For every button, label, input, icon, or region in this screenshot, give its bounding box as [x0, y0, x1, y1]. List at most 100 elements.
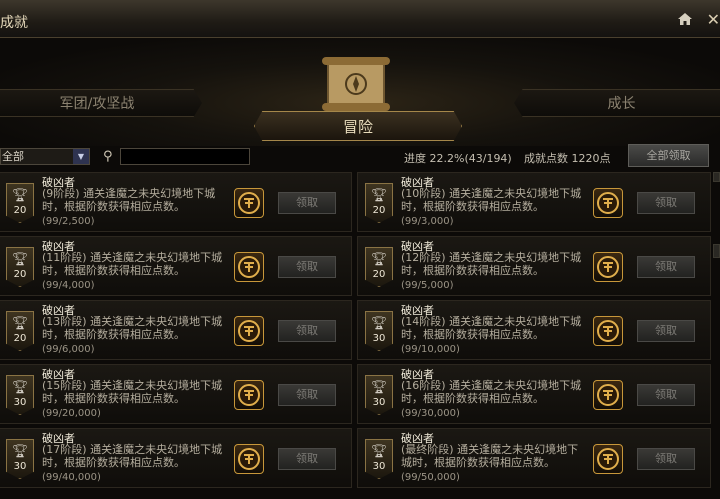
- achievement-level: 30: [372, 461, 386, 472]
- claim-button[interactable]: 领取: [278, 256, 336, 278]
- tab-adventure[interactable]: 冒险: [254, 111, 462, 141]
- claim-button[interactable]: 领取: [278, 192, 336, 214]
- achievement-card: 🏆︎ 30 破凶者 (17阶段) 通关逢魔之未央幻境地下城时，根据阶数获得相应点数…: [0, 428, 352, 488]
- achievement-list: 🏆︎ 20 破凶者 (9阶段) 通关逢魔之未央幻境地下城时，根据阶数获得相应点数。…: [0, 172, 720, 499]
- achievement-desc: (11阶段) 通关逢魔之未央幻境地下城时，根据阶数获得相应点数。: [42, 251, 223, 277]
- progress-text: 进度 22.2%(43/194): [404, 150, 512, 166]
- achievement-desc: (17阶段) 通关逢魔之未央幻境地下城时，根据阶数获得相应点数。: [42, 443, 223, 469]
- achievement-card: 🏆︎ 30 破凶者 (15阶段) 通关逢魔之未央幻境地下城时，根据阶数获得相应点数…: [0, 364, 352, 424]
- medal-icon: [593, 444, 623, 474]
- achievement-card: 🏆︎ 30 破凶者 (14阶段) 通关逢魔之未央幻境地下城时，根据阶数获得相应点数…: [357, 300, 711, 360]
- trophy-icon: 🏆︎: [11, 380, 29, 395]
- search-input[interactable]: [120, 148, 250, 165]
- achievement-level: 20: [13, 269, 27, 280]
- achievement-card: 🏆︎ 30 破凶者 (16阶段) 通关逢魔之未央幻境地下城时，根据阶数获得相应点数…: [357, 364, 711, 424]
- filter-row: 全部 ▼ ⚲ 进度 22.2%(43/194) 成就点数 1220点 全部领取: [0, 144, 720, 170]
- trophy-icon: 🏆︎: [11, 252, 29, 267]
- trophy-badge: 🏆︎ 20: [6, 183, 34, 223]
- achievement-desc: (12阶段) 通关逢魔之未央幻境地下城时，根据阶数获得相应点数。: [401, 251, 582, 277]
- progress-value: 22.2%(43/194): [429, 152, 512, 165]
- medal-icon: [234, 380, 264, 410]
- scroll-emblem-icon: [322, 57, 390, 111]
- trophy-icon: 🏆︎: [370, 316, 388, 331]
- scrollbar-thumb[interactable]: [713, 244, 720, 258]
- medal-icon: [234, 444, 264, 474]
- achievement-level: 30: [372, 333, 386, 344]
- search-icon[interactable]: ⚲: [103, 149, 113, 164]
- tab-growth[interactable]: 成长: [514, 89, 720, 117]
- title-bar: 成就 ✕: [0, 0, 720, 38]
- trophy-icon: 🏆︎: [370, 188, 388, 203]
- achievement-desc: (14阶段) 通关逢魔之未央幻境地下城时，根据阶数获得相应点数。: [401, 315, 582, 341]
- points-text: 成就点数 1220点: [524, 150, 611, 166]
- achievement-progress: (99/40,000): [42, 472, 101, 483]
- progress-label: 进度: [404, 152, 426, 165]
- trophy-icon: 🏆︎: [370, 444, 388, 459]
- trophy-icon: 🏆︎: [11, 188, 29, 203]
- medal-icon: [593, 380, 623, 410]
- achievement-desc: (最终阶段) 通关逢魔之未央幻境地下城时，根据阶数获得相应点数。: [401, 443, 579, 469]
- achievement-card: 🏆︎ 20 破凶者 (12阶段) 通关逢魔之未央幻境地下城时，根据阶数获得相应点数…: [357, 236, 711, 296]
- achievement-level: 20: [13, 333, 27, 344]
- achievement-card: 🏆︎ 20 破凶者 (10阶段) 通关逢魔之未央幻境地下城时，根据阶数获得相应点数…: [357, 172, 711, 232]
- claim-button[interactable]: 领取: [278, 384, 336, 406]
- trophy-icon: 🏆︎: [11, 316, 29, 331]
- trophy-badge: 🏆︎ 20: [6, 247, 34, 287]
- medal-icon: [234, 316, 264, 346]
- points-value: 1220点: [571, 152, 611, 165]
- achievement-progress: (99/20,000): [42, 408, 101, 419]
- achievement-progress: (99/50,000): [401, 472, 460, 483]
- category-select[interactable]: 全部 ▼: [0, 148, 90, 165]
- medal-icon: [593, 188, 623, 218]
- trophy-badge: 🏆︎ 30: [6, 439, 34, 479]
- tab-legion-siege[interactable]: 军团/攻坚战: [0, 89, 202, 117]
- achievement-progress: (99/4,000): [42, 280, 95, 291]
- claim-button[interactable]: 领取: [637, 320, 695, 342]
- home-icon[interactable]: [678, 13, 692, 25]
- achievement-desc: (13阶段) 通关逢魔之未央幻境地下城时，根据阶数获得相应点数。: [42, 315, 223, 341]
- achievement-level: 20: [372, 269, 386, 280]
- claim-button[interactable]: 领取: [637, 384, 695, 406]
- points-label: 成就点数: [524, 152, 568, 165]
- trophy-badge: 🏆︎ 20: [365, 183, 393, 223]
- claim-button[interactable]: 领取: [278, 320, 336, 342]
- chevron-down-icon[interactable]: ▼: [73, 149, 89, 164]
- claim-all-button[interactable]: 全部领取: [628, 144, 709, 167]
- achievement-desc: (15阶段) 通关逢魔之未央幻境地下城时，根据阶数获得相应点数。: [42, 379, 223, 405]
- claim-button[interactable]: 领取: [637, 192, 695, 214]
- medal-icon: [593, 252, 623, 282]
- achievement-progress: (99/10,000): [401, 344, 460, 355]
- achievement-desc: (16阶段) 通关逢魔之未央幻境地下城时，根据阶数获得相应点数。: [401, 379, 582, 405]
- achievement-level: 30: [13, 397, 27, 408]
- category-select-value: 全部: [2, 150, 24, 163]
- trophy-badge: 🏆︎ 30: [365, 439, 393, 479]
- achievement-card: 🏆︎ 20 破凶者 (13阶段) 通关逢魔之未央幻境地下城时，根据阶数获得相应点数…: [0, 300, 352, 360]
- trophy-icon: 🏆︎: [370, 252, 388, 267]
- window-title: 成就: [0, 15, 28, 31]
- scrollbar-up[interactable]: [713, 172, 720, 182]
- achievement-level: 20: [372, 205, 386, 216]
- achievement-level: 30: [13, 461, 27, 472]
- trophy-badge: 🏆︎ 30: [365, 311, 393, 351]
- achievement-progress: (99/5,000): [401, 280, 454, 291]
- achievement-progress: (99/3,000): [401, 216, 454, 227]
- achievement-card: 🏆︎ 20 破凶者 (9阶段) 通关逢魔之未央幻境地下城时，根据阶数获得相应点数。…: [0, 172, 352, 232]
- achievement-progress: (99/30,000): [401, 408, 460, 419]
- trophy-icon: 🏆︎: [11, 444, 29, 459]
- trophy-icon: 🏆︎: [370, 380, 388, 395]
- medal-icon: [234, 252, 264, 282]
- achievement-level: 30: [372, 397, 386, 408]
- medal-icon: [593, 316, 623, 346]
- achievement-progress: (99/6,000): [42, 344, 95, 355]
- achievement-desc: (9阶段) 通关逢魔之未央幻境地下城时，根据阶数获得相应点数。: [42, 187, 216, 213]
- trophy-badge: 🏆︎ 30: [6, 375, 34, 415]
- close-icon[interactable]: ✕: [707, 10, 720, 29]
- claim-button[interactable]: 领取: [637, 256, 695, 278]
- medal-icon: [234, 188, 264, 218]
- achievement-desc: (10阶段) 通关逢魔之未央幻境地下城时，根据阶数获得相应点数。: [401, 187, 582, 213]
- claim-button[interactable]: 领取: [637, 448, 695, 470]
- claim-button[interactable]: 领取: [278, 448, 336, 470]
- achievement-card: 🏆︎ 30 破凶者 (最终阶段) 通关逢魔之未央幻境地下城时，根据阶数获得相应点数…: [357, 428, 711, 488]
- trophy-badge: 🏆︎ 20: [6, 311, 34, 351]
- achievement-level: 20: [13, 205, 27, 216]
